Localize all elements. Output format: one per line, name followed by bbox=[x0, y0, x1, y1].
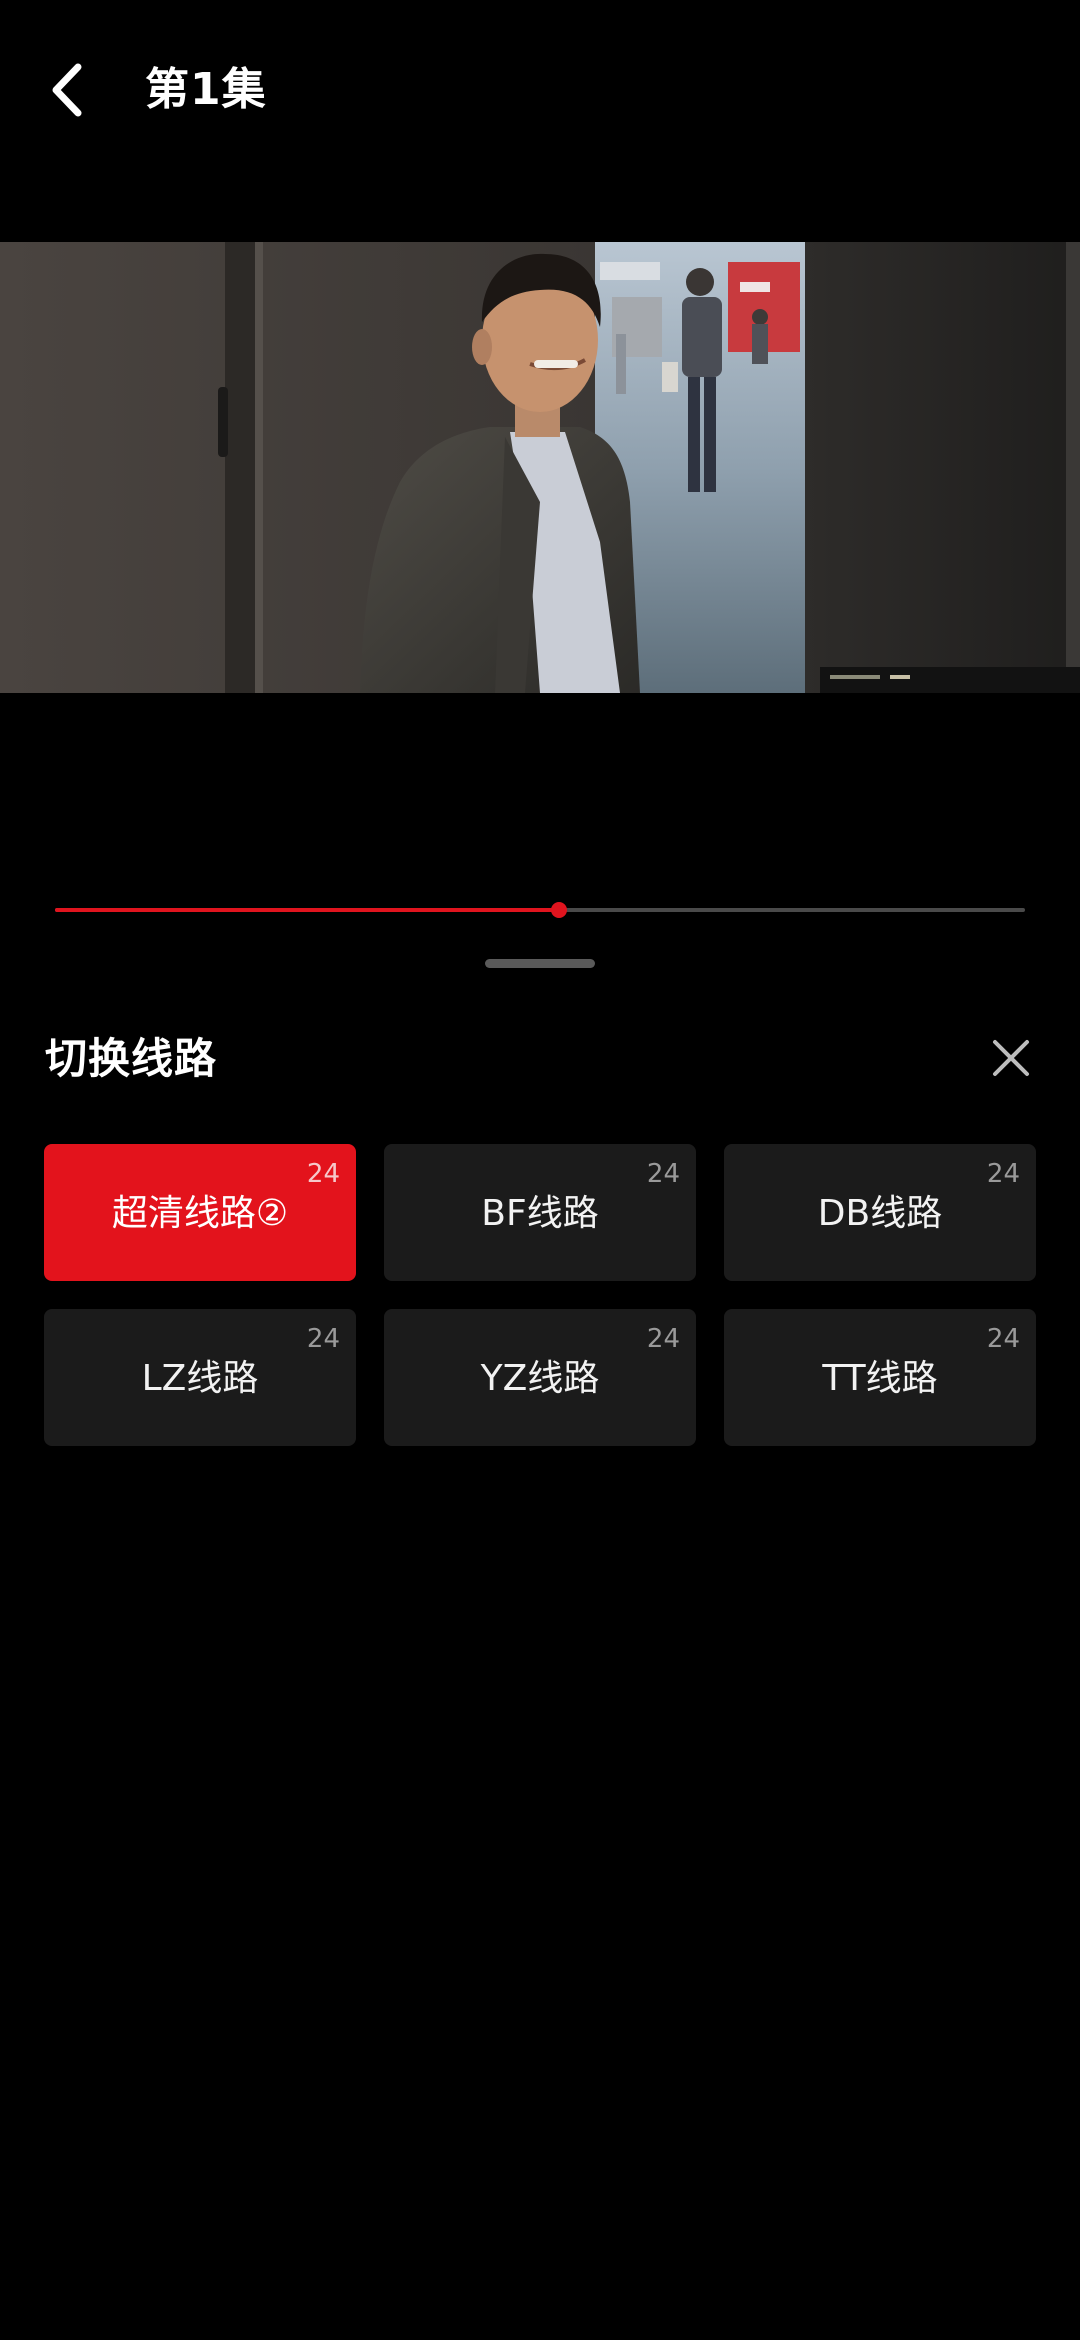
switch-route-sheet: 切换线路 超清线路② 24 BF线路 24 DB线路 24 LZ线路 24 YZ… bbox=[0, 950, 1080, 2340]
route-grid: 超清线路② 24 BF线路 24 DB线路 24 LZ线路 24 YZ线路 24… bbox=[44, 1144, 1036, 1446]
progress-played bbox=[55, 908, 560, 912]
route-episode-count: 24 bbox=[646, 1159, 680, 1189]
route-label: DB线路 bbox=[817, 1192, 943, 1234]
route-episode-count: 24 bbox=[986, 1324, 1020, 1354]
route-option[interactable]: DB线路 24 bbox=[724, 1144, 1036, 1281]
route-episode-count: 24 bbox=[306, 1159, 340, 1189]
close-icon bbox=[993, 1040, 1029, 1076]
episode-title: 第1集 bbox=[145, 64, 267, 115]
route-episode-count: 24 bbox=[646, 1324, 680, 1354]
route-episode-count: 24 bbox=[986, 1159, 1020, 1189]
sheet-title: 切换线路 bbox=[45, 1034, 218, 1083]
route-label: LZ线路 bbox=[141, 1357, 259, 1399]
route-option[interactable]: YZ线路 24 bbox=[384, 1309, 696, 1446]
progress-thumb[interactable] bbox=[551, 902, 568, 918]
video-player[interactable] bbox=[0, 242, 1080, 693]
top-bar: 第1集 bbox=[0, 0, 1080, 180]
route-label: YZ线路 bbox=[480, 1357, 600, 1399]
chevron-left-icon bbox=[52, 63, 82, 117]
route-option[interactable]: 超清线路② 24 bbox=[44, 1144, 356, 1281]
route-episode-count: 24 bbox=[306, 1324, 340, 1354]
video-frame bbox=[0, 242, 1080, 693]
close-button[interactable] bbox=[980, 1027, 1042, 1089]
playback-progress-slider[interactable] bbox=[55, 890, 1025, 930]
route-option[interactable]: BF线路 24 bbox=[384, 1144, 696, 1281]
route-option[interactable]: TT线路 24 bbox=[724, 1309, 1036, 1446]
route-label: 超清线路② bbox=[111, 1192, 289, 1234]
route-label: TT线路 bbox=[822, 1357, 938, 1399]
drag-handle[interactable] bbox=[485, 959, 595, 968]
back-button[interactable] bbox=[28, 50, 108, 130]
route-option[interactable]: LZ线路 24 bbox=[44, 1309, 356, 1446]
route-label: BF线路 bbox=[481, 1192, 599, 1234]
